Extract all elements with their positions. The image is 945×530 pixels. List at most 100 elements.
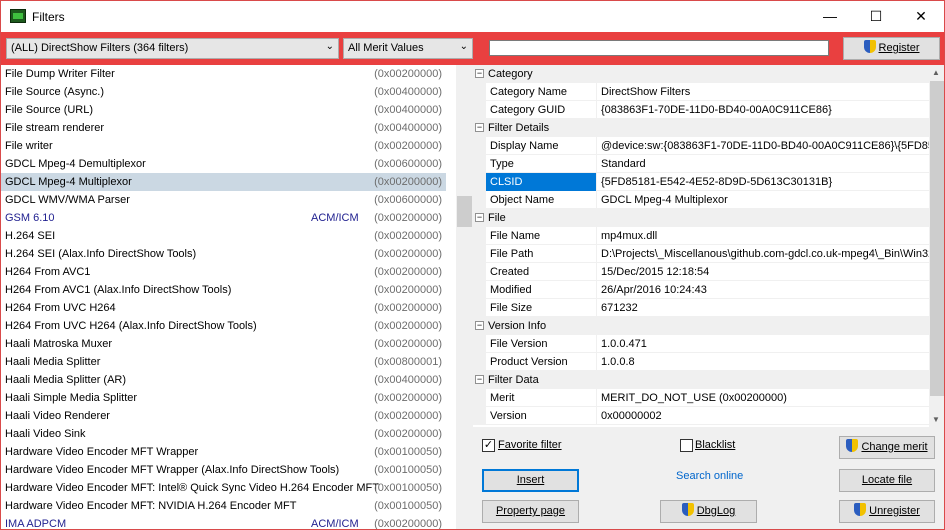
collapse-icon[interactable]: −: [475, 69, 484, 78]
register-button[interactable]: Register: [843, 37, 940, 60]
property-row[interactable]: File Path D:\Projects\_Miscellanous\githu…: [473, 245, 929, 263]
column-divider: [596, 137, 597, 155]
collapse-icon[interactable]: −: [475, 213, 484, 222]
property-value[interactable]: {5FD85181-E542-4E52-8D9D-5D613C30131B}: [601, 173, 929, 191]
column-divider: [596, 155, 597, 173]
filter-list-item[interactable]: GSM 6.10 ACM/ICM (0x00200000): [1, 209, 446, 227]
change-merit-button[interactable]: Change merit: [839, 436, 935, 459]
search-input[interactable]: [489, 40, 829, 56]
property-row[interactable]: CLSID {5FD85181-E542-4E52-8D9D-5D613C3013…: [473, 173, 929, 191]
property-category[interactable]: − Filter Details: [473, 119, 929, 137]
property-value[interactable]: 15/Dec/2015 12:18:54: [601, 263, 929, 281]
favorite-checkbox[interactable]: ✓: [482, 439, 495, 452]
property-row[interactable]: Type Standard: [473, 155, 929, 173]
property-value[interactable]: 1.0.0.8: [601, 353, 929, 371]
close-button[interactable]: ✕: [898, 1, 944, 31]
property-row[interactable]: Version 0x00000002: [473, 407, 929, 425]
property-grid[interactable]: − Category Category Name DirectShow Filters…: [473, 65, 929, 427]
property-row[interactable]: File Size 671232: [473, 299, 929, 317]
filter-list-item[interactable]: Haali Media Splitter (0x00800001): [1, 353, 446, 371]
insert-button[interactable]: Insert: [482, 469, 579, 492]
filter-list-item[interactable]: H.264 SEI (Alax.Info DirectShow Tools) (0…: [1, 245, 446, 263]
property-category[interactable]: − Category: [473, 65, 929, 83]
search-online-link[interactable]: Search online: [676, 470, 743, 482]
property-row[interactable]: File Name mp4mux.dll: [473, 227, 929, 245]
filter-list-item[interactable]: File stream renderer (0x00400000): [1, 119, 446, 137]
property-page-button[interactable]: Property page: [482, 500, 579, 523]
property-value[interactable]: Standard: [601, 155, 929, 173]
property-value[interactable]: 26/Apr/2016 10:24:43: [601, 281, 929, 299]
filter-merit: (0x00200000): [374, 392, 442, 404]
filter-list-item[interactable]: H264 From UVC H264 (Alax.Info DirectShow…: [1, 317, 446, 335]
locate-file-button[interactable]: Locate file: [839, 469, 935, 492]
merit-combo[interactable]: All Merit Values ⌄: [343, 38, 473, 59]
filter-list-item[interactable]: GDCL Mpeg-4 Demultiplexor (0x00600000): [1, 155, 446, 173]
scroll-down-icon[interactable]: ▼: [932, 415, 940, 424]
property-value[interactable]: MERIT_DO_NOT_USE (0x00200000): [601, 389, 929, 407]
title-bar[interactable]: Filters — ☐ ✕: [1, 1, 944, 32]
filter-list-item[interactable]: Haali Video Renderer (0x00200000): [1, 407, 446, 425]
property-row[interactable]: Category Name DirectShow Filters: [473, 83, 929, 101]
dbglog-button[interactable]: DbgLog: [660, 500, 757, 523]
filter-list-item[interactable]: H.264 SEI (0x00200000): [1, 227, 446, 245]
filter-merit: (0x00800001): [374, 356, 442, 368]
toolbar: (ALL) DirectShow Filters (364 filters) ⌄…: [1, 32, 944, 65]
row-gutter: [473, 191, 486, 209]
filter-list-item[interactable]: Hardware Video Encoder MFT Wrapper (0x001…: [1, 443, 446, 461]
unregister-button[interactable]: Unregister: [839, 500, 935, 523]
blacklist-checkbox[interactable]: [680, 439, 693, 452]
property-row[interactable]: Category GUID {083863F1-70DE-11D0-BD40-00…: [473, 101, 929, 119]
filter-list-item[interactable]: GDCL Mpeg-4 Multiplexor (0x00200000): [1, 173, 446, 191]
filter-list-item[interactable]: Haali Video Sink (0x00200000): [1, 425, 446, 443]
property-row[interactable]: Object Name GDCL Mpeg-4 Multiplexor: [473, 191, 929, 209]
filter-list-item[interactable]: File writer (0x00200000): [1, 137, 446, 155]
favorite-label[interactable]: Favorite filter: [498, 439, 562, 451]
filter-list[interactable]: File Dump Writer Filter (0x00200000) File …: [1, 65, 456, 529]
property-row[interactable]: Modified 26/Apr/2016 10:24:43: [473, 281, 929, 299]
property-row[interactable]: Display Name @device:sw:{083863F1-70DE-11…: [473, 137, 929, 155]
filter-list-item[interactable]: Haali Simple Media Splitter (0x00200000): [1, 389, 446, 407]
property-value[interactable]: 1.0.0.471: [601, 335, 929, 353]
minimize-button[interactable]: —: [807, 1, 853, 31]
property-category[interactable]: − Filter Data: [473, 371, 929, 389]
filter-list-item[interactable]: File Source (Async.) (0x00400000): [1, 83, 446, 101]
collapse-icon[interactable]: −: [475, 321, 484, 330]
filter-list-item[interactable]: GDCL WMV/WMA Parser (0x00600000): [1, 191, 446, 209]
filter-list-item[interactable]: H264 From UVC H264 (0x00200000): [1, 299, 446, 317]
property-grid-scrollbar[interactable]: ▲ ▼: [929, 65, 944, 427]
property-category[interactable]: − File: [473, 209, 929, 227]
category-name: Version Info: [488, 320, 547, 332]
filter-list-item[interactable]: Hardware Video Encoder MFT: Intel® Quick…: [1, 479, 446, 497]
collapse-icon[interactable]: −: [475, 123, 484, 132]
filter-list-item[interactable]: Hardware Video Encoder MFT: NVIDIA H.264…: [1, 497, 446, 515]
filter-list-scrollbar[interactable]: [456, 65, 473, 529]
scroll-up-icon[interactable]: ▲: [932, 68, 940, 77]
property-value[interactable]: D:\Projects\_Miscellanous\github.com-gdc…: [601, 245, 929, 263]
filter-list-item[interactable]: Haali Media Splitter (AR) (0x00400000): [1, 371, 446, 389]
blacklist-label[interactable]: Blacklist: [695, 439, 735, 451]
property-value[interactable]: {083863F1-70DE-11D0-BD40-00A0C911CE86}: [601, 101, 929, 119]
property-row[interactable]: File Version 1.0.0.471: [473, 335, 929, 353]
filter-list-item[interactable]: Hardware Video Encoder MFT Wrapper (Alax…: [1, 461, 446, 479]
scrollbar-thumb[interactable]: [457, 196, 472, 227]
collapse-icon[interactable]: −: [475, 375, 484, 384]
property-row[interactable]: Merit MERIT_DO_NOT_USE (0x00200000): [473, 389, 929, 407]
property-value[interactable]: 671232: [601, 299, 929, 317]
filter-list-item[interactable]: File Source (URL) (0x00400000): [1, 101, 446, 119]
property-category[interactable]: − Version Info: [473, 317, 929, 335]
property-row[interactable]: Created 15/Dec/2015 12:18:54: [473, 263, 929, 281]
scrollbar-thumb[interactable]: [930, 81, 944, 396]
property-row[interactable]: Product Version 1.0.0.8: [473, 353, 929, 371]
filter-list-item[interactable]: IMA ADPCM ACM/ICM (0x00200000): [1, 515, 446, 529]
property-value[interactable]: GDCL Mpeg-4 Multiplexor: [601, 191, 929, 209]
filter-list-item[interactable]: H264 From AVC1 (0x00200000): [1, 263, 446, 281]
property-value[interactable]: @device:sw:{083863F1-70DE-11D0-BD40-00A0…: [601, 137, 929, 155]
category-combo[interactable]: (ALL) DirectShow Filters (364 filters) ⌄: [6, 38, 339, 59]
property-value[interactable]: 0x00000002: [601, 407, 929, 425]
filter-list-item[interactable]: Haali Matroska Muxer (0x00200000): [1, 335, 446, 353]
property-value[interactable]: DirectShow Filters: [601, 83, 929, 101]
property-value[interactable]: mp4mux.dll: [601, 227, 929, 245]
maximize-button[interactable]: ☐: [853, 1, 899, 31]
filter-list-item[interactable]: H264 From AVC1 (Alax.Info DirectShow Too…: [1, 281, 446, 299]
filter-list-item[interactable]: File Dump Writer Filter (0x00200000): [1, 65, 446, 83]
